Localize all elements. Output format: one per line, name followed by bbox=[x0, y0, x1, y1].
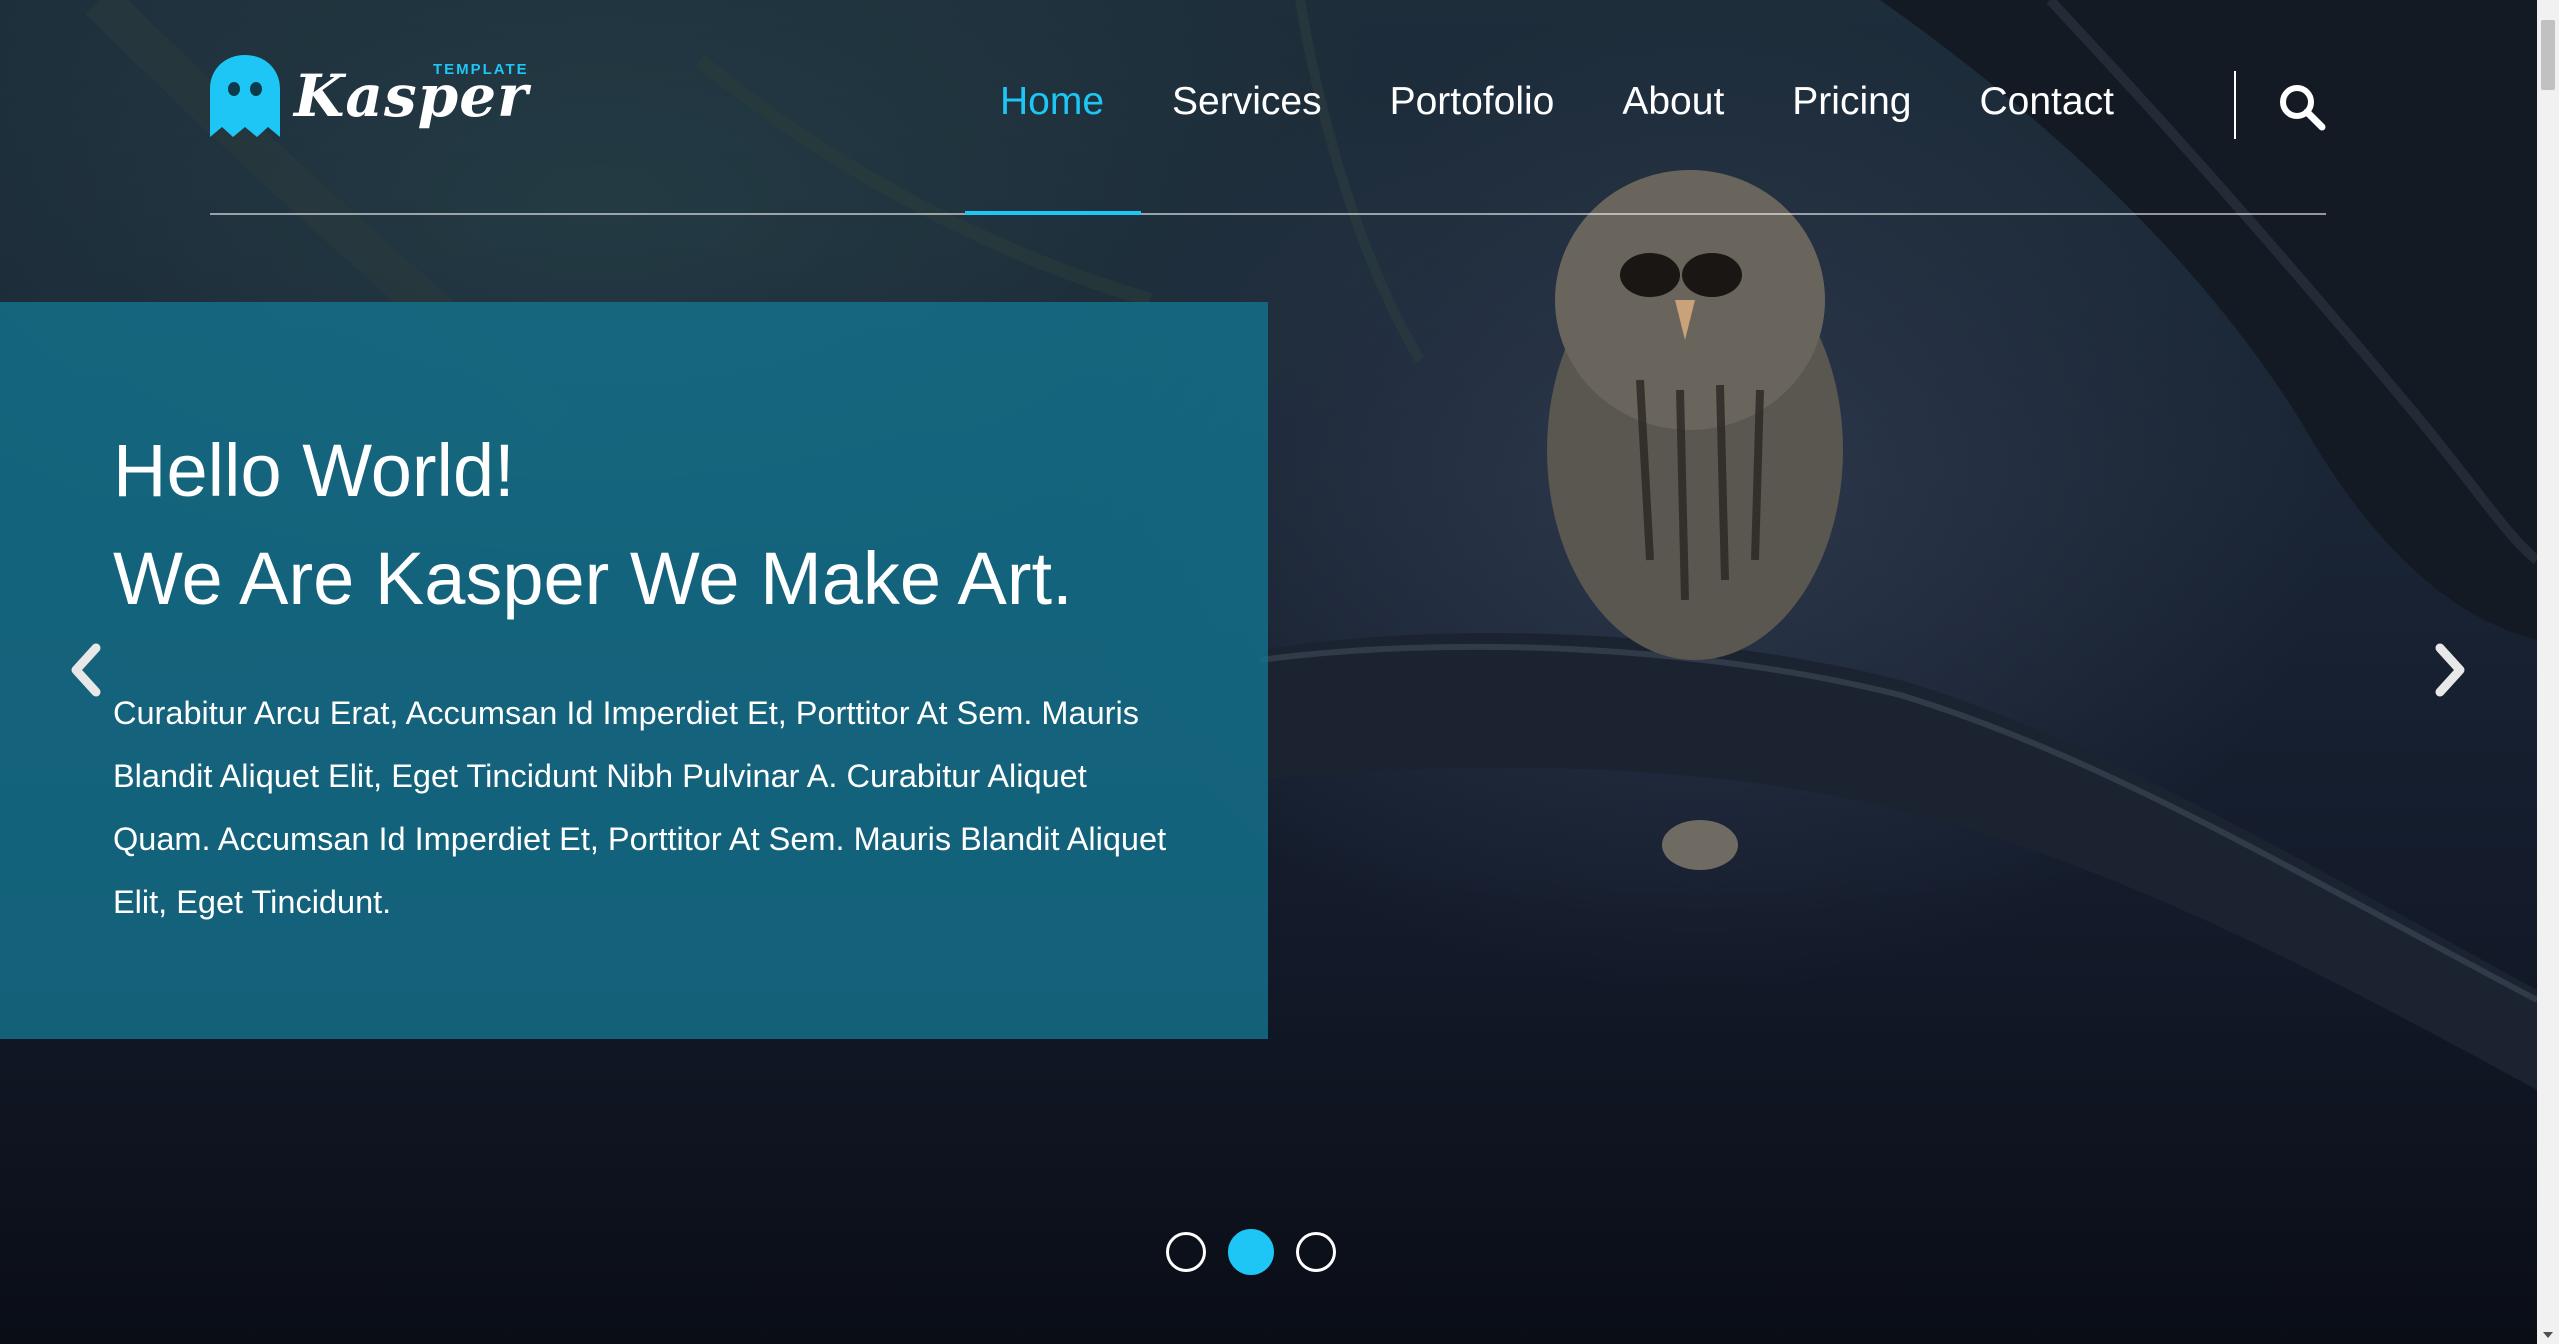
nav-home[interactable]: Home bbox=[1000, 80, 1104, 124]
scrollbar-thumb[interactable] bbox=[2541, 20, 2555, 90]
chevron-left-icon bbox=[71, 643, 101, 697]
slide-indicator-2[interactable] bbox=[1228, 1229, 1274, 1275]
main-nav: Home Services Portofolio About Pricing C… bbox=[1000, 80, 2114, 124]
nav-portofolio[interactable]: Portofolio bbox=[1390, 80, 1555, 124]
nav-pricing[interactable]: Pricing bbox=[1792, 80, 1911, 124]
slider-next-button[interactable] bbox=[2430, 640, 2470, 700]
search-icon bbox=[2280, 85, 2326, 131]
nav-divider bbox=[2234, 71, 2236, 139]
hero-caption: Hello World! We Are Kasper We Make Art. … bbox=[0, 302, 1268, 1039]
page-scrollbar[interactable] bbox=[2537, 0, 2559, 1344]
nav-services[interactable]: Services bbox=[1172, 80, 1322, 124]
slider-indicators bbox=[1166, 1229, 1336, 1275]
brand-name-wrap: TEMPLATE Kasper bbox=[294, 61, 529, 125]
ghost-icon bbox=[210, 55, 280, 137]
slide-indicator-3[interactable] bbox=[1296, 1232, 1336, 1272]
hero-description: Curabitur Arcu Erat, Accumsan Id Imperdi… bbox=[113, 695, 1167, 920]
slider-prev-button[interactable] bbox=[66, 640, 106, 700]
brand-sub: TEMPLATE bbox=[432, 61, 529, 78]
chevron-right-icon bbox=[2435, 643, 2465, 697]
page: TEMPLATE Kasper Home Services Portofolio… bbox=[0, 0, 2559, 1344]
search-button[interactable] bbox=[2278, 83, 2326, 131]
header-underline bbox=[210, 213, 2326, 215]
hero-title-line1: Hello World! bbox=[113, 429, 515, 512]
scroll-down-icon[interactable] bbox=[2543, 1332, 2553, 1338]
hero-title-line2: We Are Kasper We Make Art. bbox=[113, 537, 1073, 620]
active-nav-indicator bbox=[965, 211, 1141, 215]
slide-indicator-1[interactable] bbox=[1166, 1232, 1206, 1272]
brand-logo[interactable]: TEMPLATE Kasper bbox=[210, 55, 529, 137]
nav-about[interactable]: About bbox=[1622, 80, 1724, 124]
nav-contact[interactable]: Contact bbox=[1980, 80, 2114, 124]
